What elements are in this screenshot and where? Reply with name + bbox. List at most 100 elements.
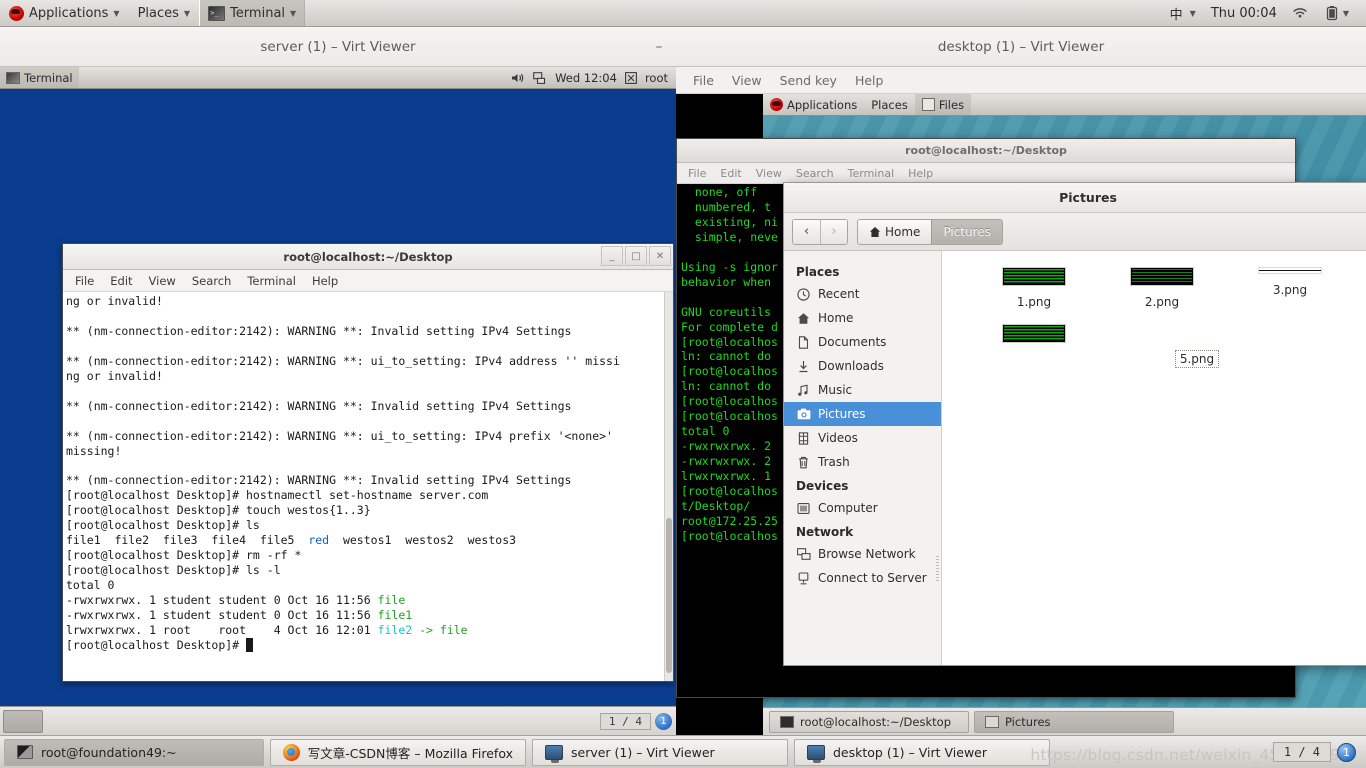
terminal-maximize-button[interactable]: □: [625, 246, 647, 266]
files-window[interactable]: Pictures ‹ › Home Pictures Places Recent…: [783, 182, 1366, 666]
server-guest-bottom-bar: 1 / 4 1: [0, 706, 676, 735]
guest-applications-menu[interactable]: Applications: [763, 94, 864, 115]
guest-user[interactable]: root: [645, 71, 668, 85]
volume-icon[interactable]: [511, 72, 525, 84]
host-clock[interactable]: Thu 00:04: [1205, 6, 1283, 21]
input-method-label: 中: [1169, 7, 1183, 23]
menu-help[interactable]: Help: [901, 167, 940, 180]
server-virt-viewer-window[interactable]: server (1) – Virt Viewer – Terminal Wed …: [0, 27, 676, 735]
term-prompt: [root@localhost Desktop]#: [66, 637, 247, 652]
menu-terminal[interactable]: Terminal: [239, 274, 304, 288]
forward-button[interactable]: ›: [820, 219, 847, 244]
guest-task-button[interactable]: [3, 709, 43, 733]
menu-help[interactable]: Help: [304, 274, 346, 288]
menu-view[interactable]: View: [749, 167, 789, 180]
desktop-virt-viewer-window[interactable]: desktop (1) – Virt Viewer File View Send…: [676, 27, 1366, 735]
sidebar-item-documents[interactable]: Documents: [784, 330, 941, 354]
terminal-minimize-button[interactable]: _: [601, 246, 623, 266]
bterm-line: ln: cannot do: [681, 349, 772, 364]
terminal-scrollbar[interactable]: [664, 292, 673, 681]
taskbar-item-foundation-terminal[interactable]: root@foundation49:~: [4, 738, 264, 766]
sidebar-item-recent[interactable]: Recent: [784, 282, 941, 306]
menu-file[interactable]: File: [684, 73, 723, 88]
sidebar-item-home[interactable]: Home: [784, 306, 941, 330]
minimize-button[interactable]: –: [651, 39, 667, 55]
input-method-menu[interactable]: 中 ▼: [1161, 0, 1205, 26]
terminal-icon: >_: [208, 5, 226, 21]
guest-clock[interactable]: Wed 12:04: [555, 71, 617, 85]
places-menu[interactable]: Places ▼: [129, 0, 200, 26]
menu-edit[interactable]: Edit: [102, 274, 140, 288]
workspace-indicator[interactable]: 1 / 4: [599, 712, 651, 730]
taskbar-item-pictures[interactable]: Pictures: [974, 710, 1174, 733]
workspace-badge[interactable]: 1: [1337, 742, 1356, 762]
menu-view[interactable]: View: [723, 73, 771, 88]
taskbar-item-terminal[interactable]: root@localhost:~/Desktop: [769, 710, 969, 733]
terminal-scrollbar-thumb[interactable]: [666, 517, 672, 674]
server-window-titlebar[interactable]: server (1) – Virt Viewer –: [0, 27, 676, 67]
server-terminal-window[interactable]: root@localhost:~/Desktop _ □ ✕ File Edit…: [62, 243, 674, 682]
menu-search[interactable]: Search: [184, 274, 240, 288]
desktop-window-titlebar[interactable]: desktop (1) – Virt Viewer: [676, 27, 1366, 67]
menu-help[interactable]: Help: [846, 73, 893, 88]
sidebar-item-trash[interactable]: Trash: [784, 450, 941, 474]
guest-places-label: Places: [871, 97, 908, 112]
sidebar-item-connect-to-server[interactable]: Connect to Server: [784, 566, 941, 590]
sidebar-item-pictures[interactable]: Pictures: [784, 402, 941, 426]
back-button[interactable]: ‹: [793, 219, 820, 244]
menu-edit[interactable]: Edit: [713, 167, 748, 180]
file-item[interactable]: 3.png: [1226, 267, 1354, 310]
menu-file[interactable]: File: [681, 167, 713, 180]
workspace-badge[interactable]: 1: [655, 712, 672, 730]
breadcrumb-home[interactable]: Home: [858, 219, 932, 244]
desktop-guest-viewport[interactable]: Applications Places Files root@localhost…: [676, 94, 1366, 735]
file-item[interactable]: 5.png: [970, 324, 1366, 368]
workspace-indicator[interactable]: 1 / 4: [1272, 742, 1331, 762]
taskbar-item-desktop-virt-viewer[interactable]: desktop (1) – Virt Viewer: [794, 738, 1050, 766]
desktop-guest-screen[interactable]: Applications Places Files root@localhost…: [676, 94, 1366, 735]
terminal-close-button[interactable]: ✕: [649, 246, 671, 266]
terminal-window-menu[interactable]: >_ Terminal ▼: [199, 0, 306, 26]
sidebar-item-videos[interactable]: Videos: [784, 426, 941, 450]
terminal-titlebar[interactable]: root@localhost:~/Desktop _ □ ✕: [63, 244, 673, 270]
menu-file[interactable]: File: [67, 274, 102, 288]
breadcrumb-pictures[interactable]: Pictures: [931, 219, 1002, 244]
guest-files-label: Files: [938, 97, 965, 112]
terminal-output[interactable]: ng or invalid! ** (nm-connection-editor:…: [63, 292, 673, 681]
guest-files-window-menu[interactable]: Files: [914, 94, 972, 115]
files-content-area[interactable]: 1.png 2.png 3.png 5.png: [942, 251, 1366, 665]
files-window-titlebar[interactable]: Pictures: [784, 183, 1366, 213]
term-line: missing!: [66, 443, 122, 458]
menu-search[interactable]: Search: [789, 167, 841, 180]
sidebar-item-browse-network[interactable]: Browse Network: [784, 542, 941, 566]
term-ll-name: file1: [377, 608, 413, 623]
battery-indicator[interactable]: ▼: [1317, 0, 1358, 26]
file-item[interactable]: 2.png: [1098, 267, 1226, 310]
taskbar-item-firefox[interactable]: 写文章-CSDN博客 – Mozilla Firefox: [270, 738, 526, 766]
menu-view[interactable]: View: [141, 274, 184, 288]
file-item[interactable]: 1.png: [970, 267, 1098, 310]
sidebar-item-music[interactable]: Music: [784, 378, 941, 402]
guest-terminal-taskitem[interactable]: Terminal: [0, 67, 79, 88]
applications-menu[interactable]: Applications ▼: [0, 0, 129, 26]
menu-terminal[interactable]: Terminal: [841, 167, 902, 180]
menu-send-key[interactable]: Send key: [771, 73, 846, 88]
sidebar-resize-grip[interactable]: [936, 556, 939, 582]
guest-terminal-titlebar[interactable]: root@localhost:~/Desktop: [677, 139, 1295, 163]
server-guest-screen[interactable]: Terminal Wed 12:04 root root@localhost:~…: [0, 67, 676, 735]
guest-places-menu[interactable]: Places: [864, 94, 915, 115]
virt-viewer-icon: [545, 744, 563, 763]
sidebar-item-computer[interactable]: Computer: [784, 496, 941, 520]
taskbar-item-label: root@foundation49:~: [41, 744, 177, 760]
server-guest-desktop[interactable]: root@localhost:~/Desktop _ □ ✕ File Edit…: [0, 89, 676, 735]
user-icon: [624, 71, 637, 84]
desktop-guest-wallpaper[interactable]: root@localhost:~/Desktop File Edit View …: [676, 116, 1366, 735]
file-name: 1.png: [1016, 295, 1052, 309]
taskbar-item-label: Pictures: [1005, 714, 1051, 729]
network-icon[interactable]: [533, 71, 547, 84]
chevron-down-icon: ▼: [1189, 9, 1196, 18]
chevron-down-icon: ▼: [1342, 9, 1349, 18]
sidebar-item-downloads[interactable]: Downloads: [784, 354, 941, 378]
network-indicator[interactable]: [1283, 0, 1317, 26]
taskbar-item-server-virt-viewer[interactable]: server (1) – Virt Viewer: [532, 738, 788, 766]
